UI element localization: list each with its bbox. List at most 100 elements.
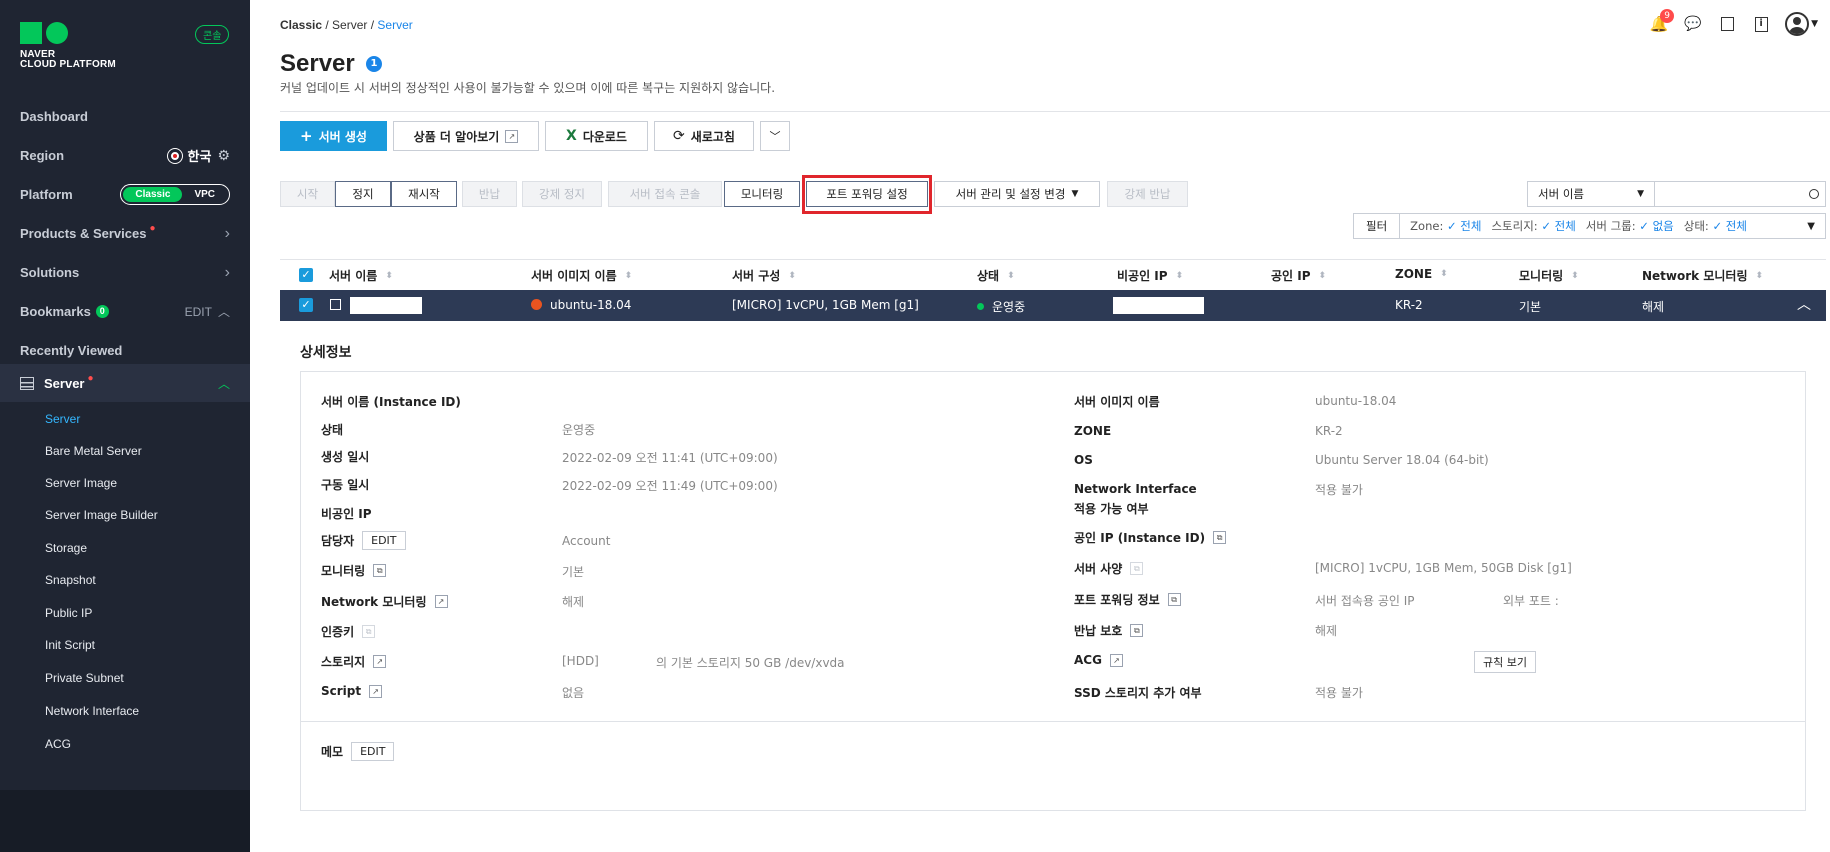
caret-down-icon[interactable]: ▼ — [1807, 221, 1815, 232]
sidebar-sub-storage[interactable]: Storage — [45, 541, 87, 555]
monitoring-button[interactable]: 모니터링 — [724, 181, 800, 207]
popup-icon[interactable]: ⧉ — [1167, 593, 1181, 606]
detail-ssd-value: 적용 불가 — [1315, 686, 1363, 700]
column-header[interactable]: 서버 구성 ⬍ — [732, 267, 796, 284]
detail-storage-value: 의 기본 스토리지 50 GB /dev/xvda — [656, 656, 845, 670]
force-return-button[interactable]: 강제 반납 — [1107, 181, 1188, 207]
restart-button[interactable]: 재시작 — [391, 181, 457, 207]
avatar[interactable] — [1785, 12, 1810, 36]
sidebar-item-label: Bookmarks — [20, 304, 91, 319]
report-icon[interactable] — [1717, 14, 1737, 34]
detail-created-value: 2022-02-09 오전 11:41 (UTC+09:00) — [562, 451, 778, 465]
breadcrumb-classic[interactable]: Classic — [280, 18, 322, 32]
create-server-button[interactable]: + 서버 생성 — [280, 121, 387, 151]
filter-button[interactable]: 필터 — [1354, 214, 1401, 238]
popup-icon[interactable]: ⧉ — [373, 564, 387, 577]
platform-toggle[interactable]: Classic VPC — [120, 184, 230, 205]
platform-vpc[interactable]: VPC — [182, 187, 227, 202]
column-header[interactable]: Network 모니터링 ⬍ — [1642, 267, 1763, 284]
owner-edit-button[interactable]: EDIT — [362, 531, 406, 550]
column-header[interactable]: 모니터링 ⬍ — [1519, 267, 1579, 284]
external-link-icon[interactable]: ↗ — [434, 595, 448, 608]
detail-memo-label: 메모 — [321, 745, 344, 759]
filter-zone-value: 전체 — [1460, 219, 1482, 233]
memo-edit-button[interactable]: EDIT — [351, 742, 395, 761]
filter-bar[interactable]: 필터 Zone: ✓ 전체 스토리지: ✓ 전체 서버 그룹: ✓ 없음 상태:… — [1353, 213, 1826, 239]
popup-icon[interactable]: ⧉ — [1213, 531, 1227, 544]
stop-button[interactable]: 정지 — [335, 181, 391, 207]
detail-script-value: 없음 — [562, 686, 585, 700]
acg-rules-button[interactable]: 규칙 보기 — [1474, 651, 1536, 673]
column-header[interactable]: 공인 IP ⬍ — [1271, 267, 1326, 284]
user-menu[interactable]: ▼ — [1785, 12, 1818, 36]
naver-cloud-logo[interactable]: NAVER CLOUD PLATFORM — [20, 22, 116, 70]
return-button[interactable]: 반납 — [462, 181, 517, 207]
server-count-badge: 1 — [366, 56, 382, 72]
sidebar-item-bookmarks[interactable]: Bookmarks 0 EDIT ︿ — [0, 292, 250, 331]
select-all-checkbox[interactable]: ✓ — [299, 268, 313, 282]
detail-os-label: OS — [1074, 453, 1093, 467]
external-link-icon[interactable]: ↗ — [373, 655, 387, 668]
page-description: 커널 업데이트 시 서버의 정상적인 사용이 불가능할 수 있으며 이에 따른 … — [280, 81, 776, 95]
sidebar-sub-network-interface[interactable]: Network Interface — [45, 704, 139, 718]
refresh-button[interactable]: ⟳ 새로고침 — [654, 121, 754, 151]
detail-ni-label-2: 적용 가능 여부 — [1074, 502, 1149, 516]
external-link-icon[interactable]: ↗ — [1109, 653, 1123, 667]
sort-icon: ⬍ — [1318, 270, 1327, 281]
info-icon[interactable]: i — [1751, 14, 1771, 34]
sidebar-sub-bare-metal[interactable]: Bare Metal Server — [45, 444, 142, 458]
search-icon[interactable] — [1809, 189, 1819, 199]
chevron-up-icon[interactable]: ︿ — [1797, 294, 1811, 314]
detail-acg-label: ACG — [1074, 653, 1102, 667]
external-link-icon[interactable]: ↗ — [369, 684, 383, 698]
detail-status-value: 운영중 — [562, 423, 596, 437]
server-manage-dropdown[interactable]: 서버 관리 및 설정 변경 ▼ — [934, 181, 1100, 207]
sidebar-item-region[interactable]: Region 한국 ⚙ — [0, 136, 250, 175]
learn-more-button[interactable]: 상품 더 알아보기 ↗ — [393, 121, 539, 151]
sort-icon: ⬍ — [1175, 270, 1184, 281]
start-button[interactable]: 시작 — [280, 181, 335, 207]
filter-group-label: 서버 그룹: — [1585, 219, 1636, 233]
page-title: Server — [280, 50, 355, 77]
search-input[interactable] — [1654, 181, 1826, 207]
chevron-right-icon: › — [224, 263, 230, 281]
bell-icon[interactable]: 🔔 9 — [1649, 9, 1675, 34]
bookmarks-edit-button[interactable]: EDIT — [185, 305, 212, 319]
force-stop-button[interactable]: 강제 정지 — [522, 181, 602, 207]
sidebar-item-label: Dashboard — [20, 109, 88, 124]
table-row[interactable]: ✓ ubuntu-18.04 [MICRO] 1vCPU, 1GB Mem [g… — [280, 290, 1826, 321]
sidebar-sub-image-builder[interactable]: Server Image Builder — [45, 508, 158, 522]
sidebar-sub-server[interactable]: Server — [45, 412, 80, 426]
sidebar-sub-acg[interactable]: ACG — [45, 737, 71, 751]
chevron-up-icon[interactable]: ︿ — [218, 375, 230, 392]
detail-ni-label-1: Network Interface — [1074, 482, 1197, 496]
download-button[interactable]: X 다운로드 — [545, 121, 648, 151]
sidebar-item-products[interactable]: Products & Services ● › — [0, 214, 250, 253]
column-header[interactable]: 상태 ⬍ — [977, 267, 1015, 284]
gear-icon[interactable]: ⚙ — [217, 147, 230, 164]
sidebar-sub-server-image[interactable]: Server Image — [45, 476, 117, 490]
sidebar-sub-public-ip[interactable]: Public IP — [45, 606, 92, 620]
chevron-up-icon[interactable]: ︿ — [218, 303, 230, 320]
sidebar-sub-init-script[interactable]: Init Script — [45, 638, 95, 652]
sidebar-sub-private-subnet[interactable]: Private Subnet — [45, 671, 124, 685]
chat-icon[interactable]: 💬 — [1683, 14, 1703, 34]
more-dropdown-button[interactable]: ﹀ — [760, 121, 790, 151]
search-field-select[interactable]: 서버 이름 ▼ — [1527, 181, 1655, 207]
breadcrumb-server[interactable]: Server — [332, 18, 367, 32]
column-header[interactable]: ZONE ⬍ — [1395, 267, 1448, 281]
sidebar-sub-snapshot[interactable]: Snapshot — [45, 573, 96, 587]
column-label: 상태 — [977, 269, 1000, 283]
sidebar-item-server[interactable]: Server ● ︿ — [0, 364, 250, 402]
console-badge[interactable]: 콘솔 — [195, 25, 230, 44]
sidebar-item-dashboard[interactable]: Dashboard — [0, 97, 250, 136]
popup-icon[interactable]: ⧉ — [1130, 624, 1144, 637]
detail-zone-label: ZONE — [1074, 424, 1112, 438]
sidebar-item-solutions[interactable]: Solutions › — [0, 253, 250, 292]
column-header[interactable]: 비공인 IP ⬍ — [1117, 267, 1183, 284]
server-console-button[interactable]: 서버 접속 콘솔 — [608, 181, 722, 207]
column-header[interactable]: 서버 이미지 이름 ⬍ — [531, 267, 632, 284]
platform-classic[interactable]: Classic — [123, 187, 183, 202]
row-checkbox[interactable]: ✓ — [299, 298, 313, 312]
column-header[interactable]: 서버 이름 ⬍ — [329, 267, 393, 284]
